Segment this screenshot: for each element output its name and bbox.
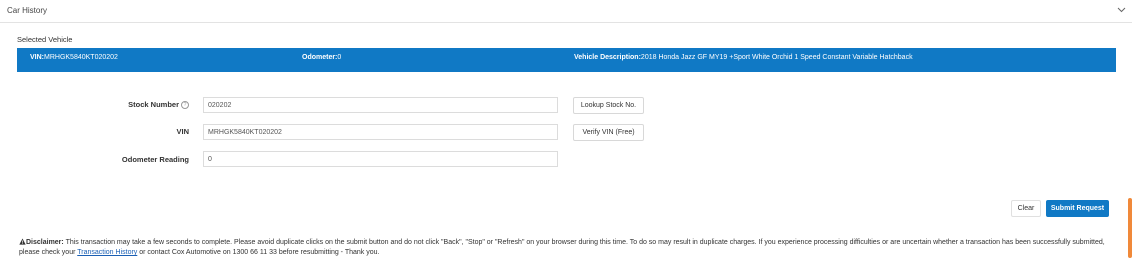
odometer-summary: Odometer:0 (302, 54, 341, 61)
scrollbar-thumb[interactable] (1128, 198, 1132, 258)
verify-vin-button[interactable]: Verify VIN (Free) (573, 124, 644, 141)
stock-number-label-wrap: Stock Number? (0, 100, 189, 110)
disclaimer: Disclaimer: This transaction may take a … (19, 238, 1109, 258)
odometer-reading-input[interactable] (203, 151, 558, 167)
stock-number-label: Stock Number (128, 100, 179, 109)
submit-request-button[interactable]: Submit Request (1046, 200, 1109, 217)
lookup-stock-button[interactable]: Lookup Stock No. (573, 97, 644, 114)
chevron-down-icon[interactable] (1117, 7, 1126, 13)
disclaimer-text-after: or contact Cox Automotive on 1300 66 11 … (137, 249, 380, 256)
vin-summary-value: MRHGK5840KT020202 (44, 54, 118, 61)
odometer-summary-value: 0 (337, 54, 342, 61)
odometer-summary-label: Odometer: (302, 54, 338, 61)
vehicle-description-value: 2018 Honda Jazz GF MY19 +Sport White Orc… (640, 54, 913, 61)
vin-input[interactable] (203, 124, 558, 140)
odometer-reading-label: Odometer Reading (121, 155, 189, 164)
transaction-history-link[interactable]: Transaction History (77, 249, 137, 256)
vin-label: VIN (176, 127, 189, 136)
vehicle-description: Vehicle Description:2018 Honda Jazz GF M… (574, 54, 913, 61)
car-history-header[interactable]: Car History (0, 0, 1132, 23)
disclaimer-label: Disclaimer: (26, 239, 64, 246)
selected-vehicle-bar: VIN:MRHGK5840KT020202 Odometer:0 Vehicle… (17, 48, 1116, 72)
stock-number-input[interactable] (203, 97, 558, 113)
section-title: Car History (7, 6, 48, 15)
warning-icon (19, 238, 26, 245)
info-icon[interactable]: ? (181, 101, 189, 110)
clear-button[interactable]: Clear (1011, 200, 1041, 217)
vin-summary: VIN:MRHGK5840KT020202 (30, 54, 118, 61)
vehicle-description-label: Vehicle Description: (574, 54, 641, 61)
vin-summary-label: VIN: (30, 54, 44, 61)
selected-vehicle-label: Selected Vehicle (17, 35, 73, 44)
